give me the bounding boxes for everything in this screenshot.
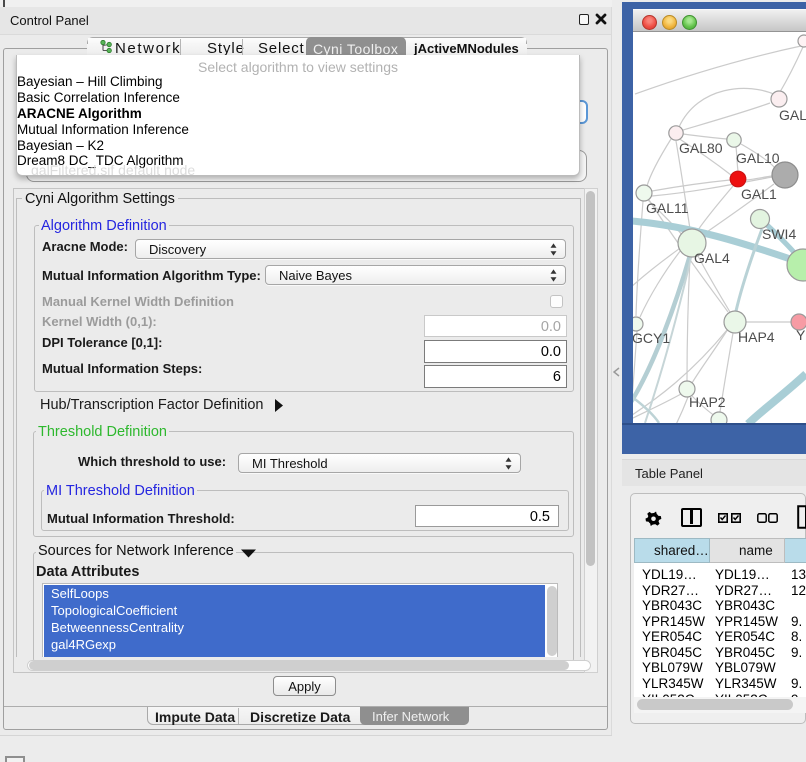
svg-text:HAP4: HAP4 [738, 329, 775, 345]
svg-text:HAP2: HAP2 [689, 394, 726, 410]
svg-text:GAL11: GAL11 [646, 200, 689, 216]
svg-text:GAL2: GAL2 [779, 107, 806, 123]
svg-text:GAL80: GAL80 [679, 140, 723, 156]
svg-text:SWI4: SWI4 [762, 226, 796, 242]
svg-text:GAL4: GAL4 [694, 250, 730, 266]
svg-text:GAL10: GAL10 [736, 150, 780, 166]
svg-text:GAL1: GAL1 [741, 186, 777, 202]
svg-text:GCY1: GCY1 [633, 330, 670, 346]
svg-text:Y: Y [796, 327, 806, 343]
